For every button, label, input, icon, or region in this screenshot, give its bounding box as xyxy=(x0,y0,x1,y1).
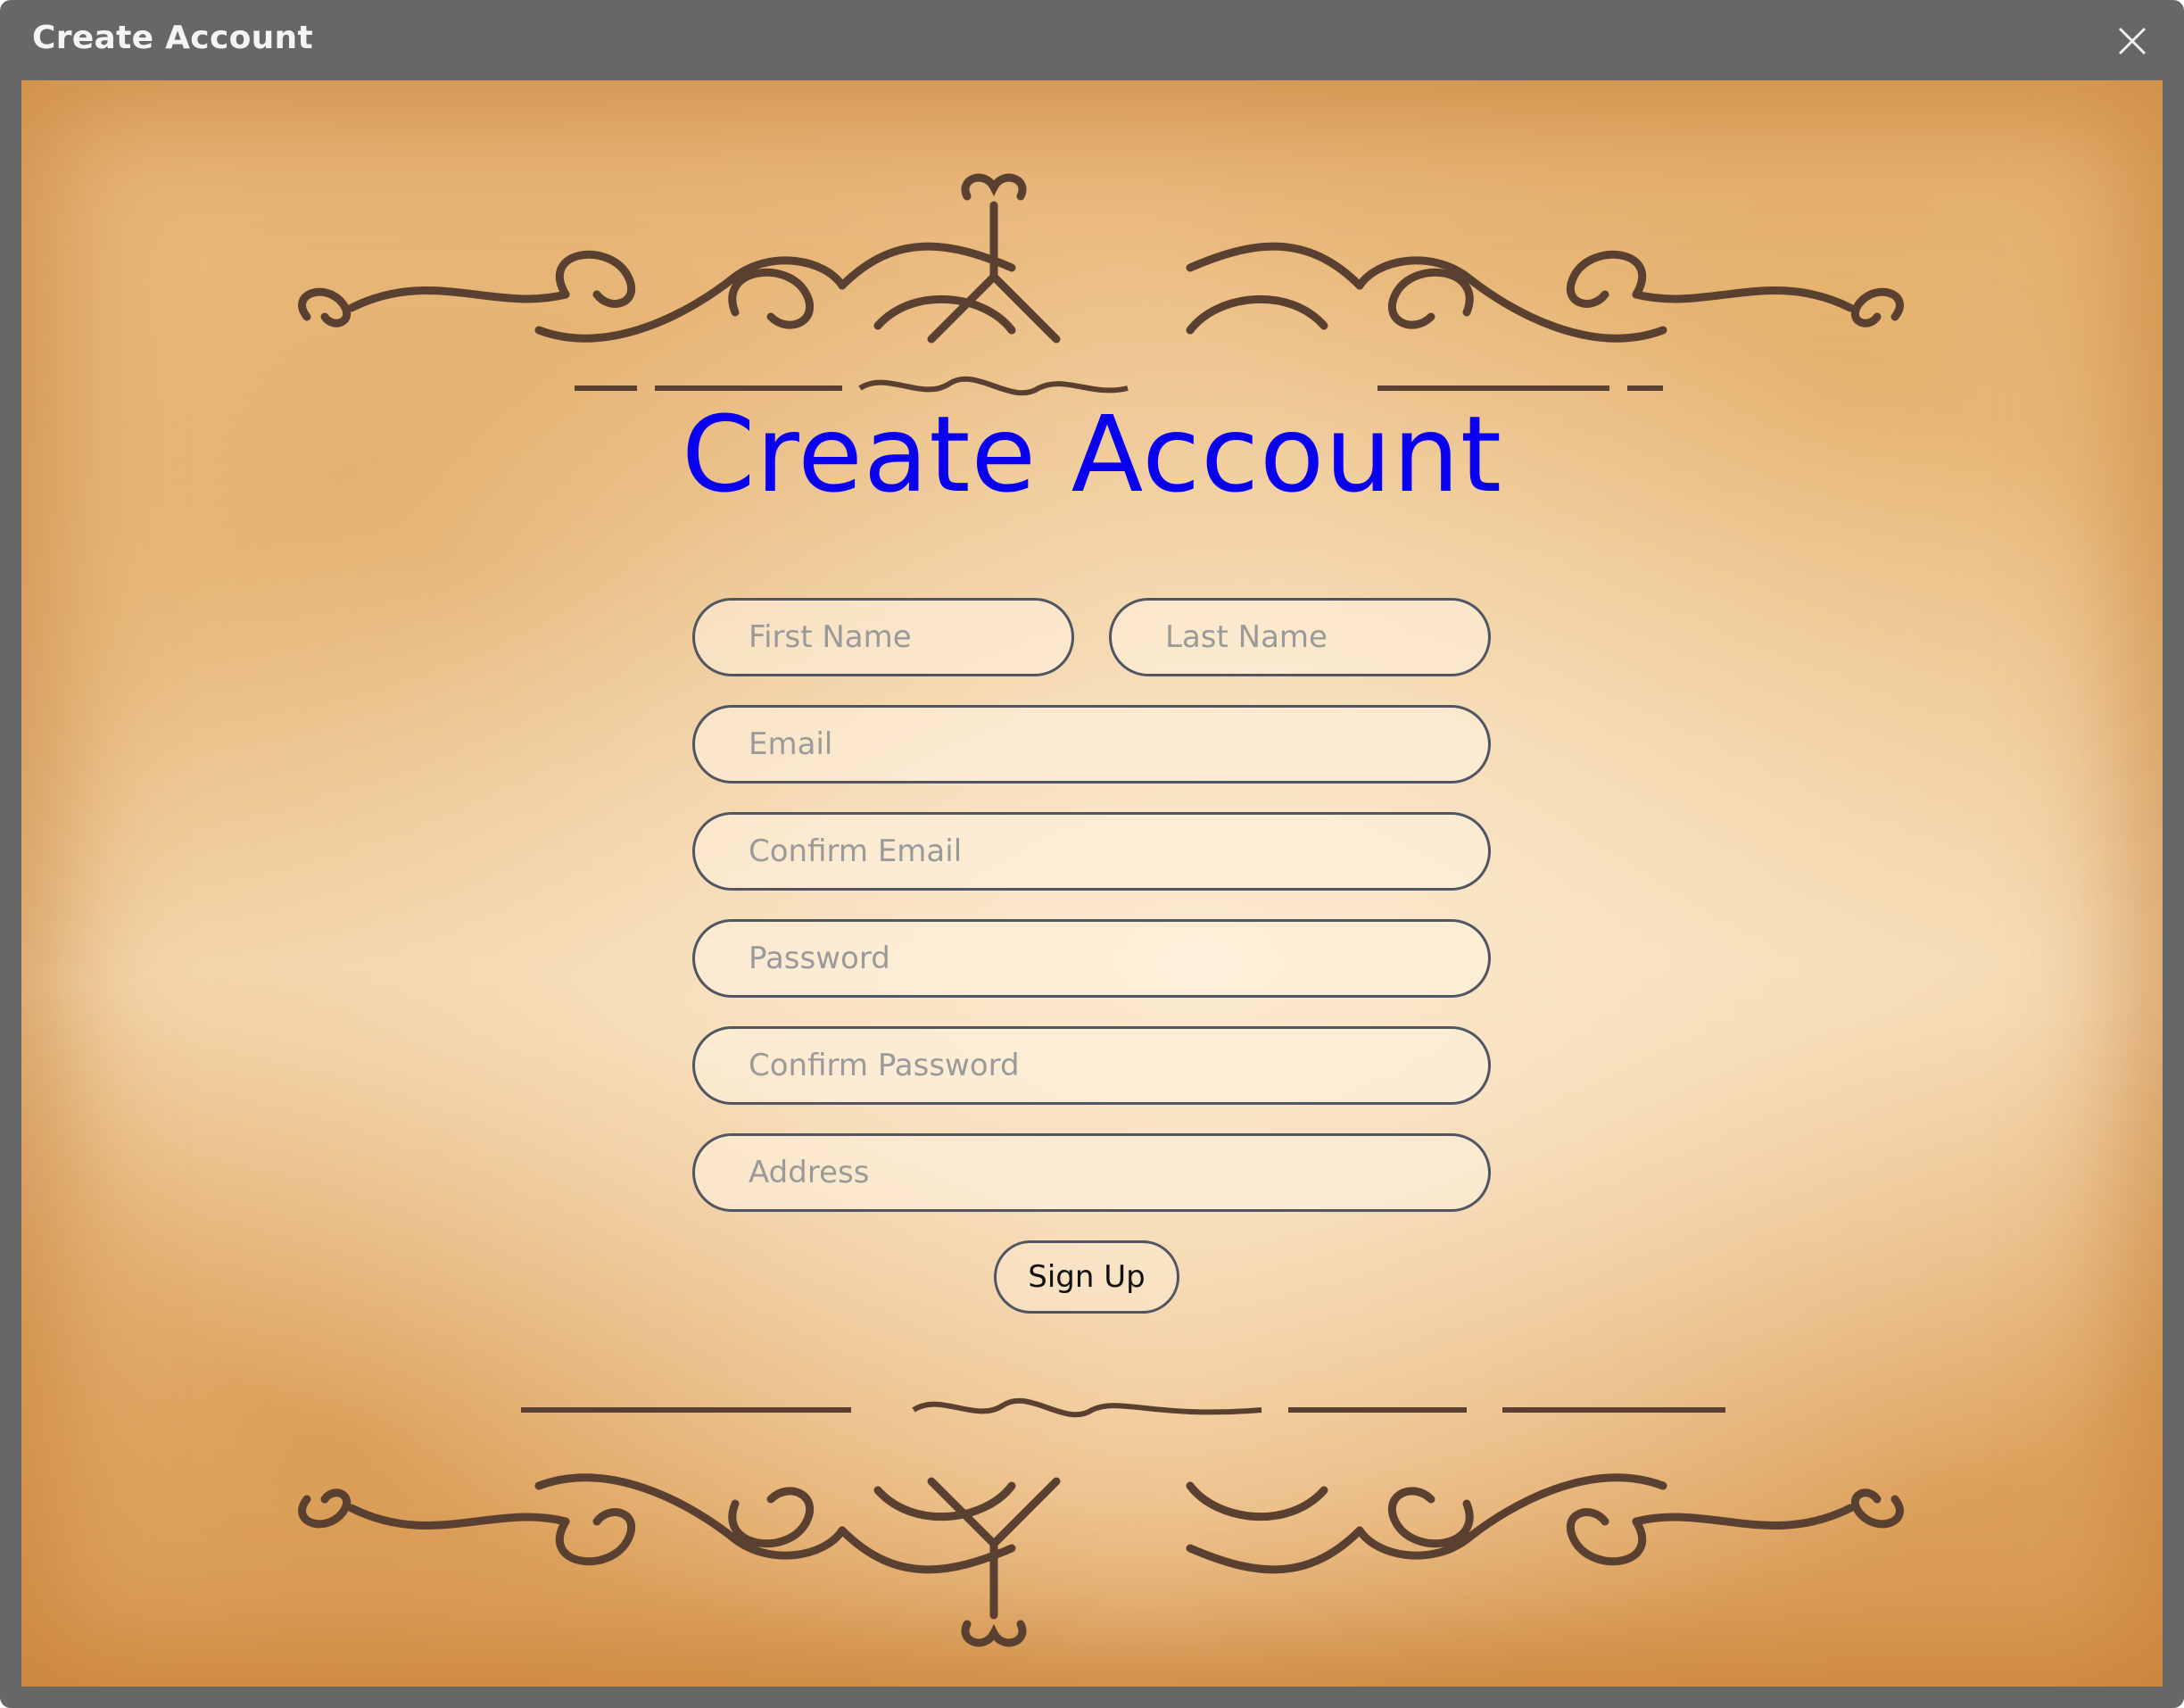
flourish-ornament-icon xyxy=(298,1397,1904,1647)
confirm-password-input[interactable] xyxy=(692,1026,1491,1105)
first-name-input[interactable] xyxy=(692,598,1074,676)
address-input[interactable] xyxy=(692,1133,1491,1212)
password-input[interactable] xyxy=(692,919,1491,998)
page-heading: Create Account xyxy=(681,393,1503,516)
parchment-background: Create Account Sign Up xyxy=(21,80,2163,1687)
window-title: Create Account xyxy=(32,20,313,56)
close-icon xyxy=(2118,27,2147,55)
sign-up-button[interactable]: Sign Up xyxy=(994,1240,1179,1314)
title-bar[interactable]: Create Account xyxy=(0,0,2184,80)
email-input[interactable] xyxy=(692,705,1491,784)
close-button[interactable] xyxy=(2107,16,2157,66)
confirm-email-input[interactable] xyxy=(692,812,1491,891)
last-name-input[interactable] xyxy=(1109,598,1491,676)
create-account-window: Create Account Create Account First Name… xyxy=(0,0,2184,1708)
